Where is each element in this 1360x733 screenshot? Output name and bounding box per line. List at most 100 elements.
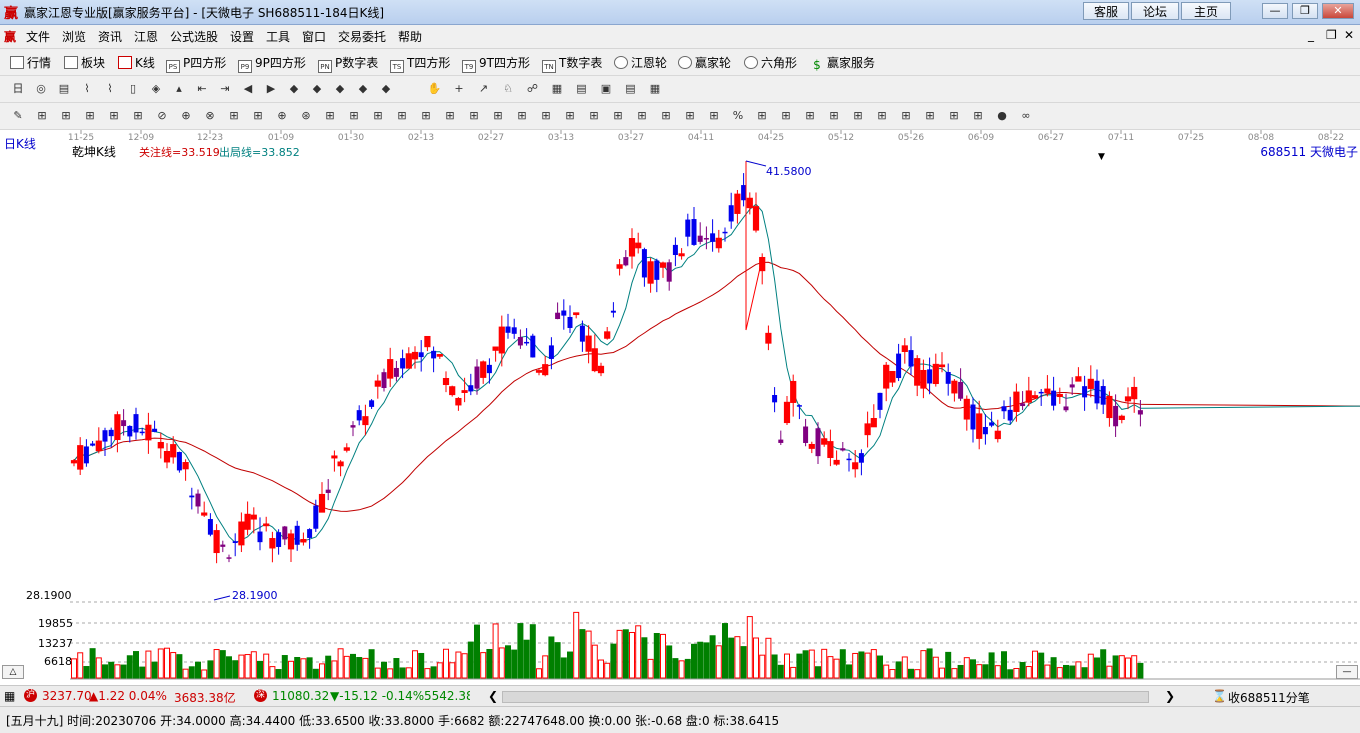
mdi-restore-icon[interactable]: ❐ [1326,28,1337,42]
analysis-tool-icon-19[interactable]: ⊞ [442,108,458,124]
kline-button[interactable]: K线 [118,54,155,71]
tool-icon-21[interactable]: ♘ [500,81,516,97]
tool-icon-13[interactable]: ◆ [286,81,302,97]
menu-formula[interactable]: 公式选股 [170,28,218,45]
menu-help[interactable]: 帮助 [398,28,422,45]
analysis-tool-icon-32[interactable]: ⊞ [754,108,770,124]
kline-chart[interactable]: 11-25 12-09 12-23 01-09 01-30 02-13 02-27 03-13… [0,130,1360,680]
menu-window[interactable]: 窗口 [302,28,326,45]
forum-link[interactable]: 论坛 [1131,2,1179,20]
analysis-tool-icon-29[interactable]: ⊞ [682,108,698,124]
tool-icon-9[interactable]: ⇤ [194,81,210,97]
analysis-tool-icon-11[interactable]: ⊞ [250,108,266,124]
tool-icon-10[interactable]: ⇥ [217,81,233,97]
tool-icon-11[interactable]: ◀ [240,81,256,97]
analysis-tool-icon-6[interactable]: ⊞ [130,108,146,124]
close-button[interactable]: ✕ [1322,3,1354,19]
tool-icon-15[interactable]: ◆ [332,81,348,97]
menu-settings[interactable]: 设置 [230,28,254,45]
analysis-tool-icon-4[interactable]: ⊞ [82,108,98,124]
tool-icon-19[interactable]: + [451,81,467,97]
analysis-tool-icon-34[interactable]: ⊞ [802,108,818,124]
quotes-button[interactable]: 行情 [10,54,51,71]
tool-icon-7[interactable]: ◈ [148,81,164,97]
ticker-scroll-left-icon[interactable]: ❮ [488,689,498,703]
scroll-left-icon[interactable]: △ [2,665,24,679]
chart-canvas[interactable]: 11-25 12-09 12-23 01-09 01-30 02-13 02-27 03-13… [0,130,1360,680]
analysis-tool-icon-5[interactable]: ⊞ [106,108,122,124]
p-square-button[interactable]: PS P四方形 [166,54,226,73]
9t-square-button[interactable]: T9 9T四方形 [462,54,530,73]
minimize-button[interactable]: — [1262,3,1288,19]
tool-icon-14[interactable]: ◆ [309,81,325,97]
tool-icon-25[interactable]: ▣ [598,81,614,97]
analysis-tool-icon-36[interactable]: ⊞ [850,108,866,124]
menu-gann[interactable]: 江恩 [134,28,158,45]
t-square-button[interactable]: TS T四方形 [390,54,450,73]
analysis-tool-icon-24[interactable]: ⊞ [562,108,578,124]
winner-service-button[interactable]: $ 赢家服务 [810,54,875,72]
tool-icon-17[interactable]: ◆ [378,81,394,97]
analysis-tool-icon-41[interactable]: ⊞ [970,108,986,124]
scroll-right-icon[interactable]: — [1336,665,1358,679]
menu-tools[interactable]: 工具 [266,28,290,45]
menu-trade[interactable]: 交易委托 [338,28,386,45]
ticker-scrollbar[interactable] [502,691,1149,703]
ticks-label[interactable]: 收688511分笔 [1228,689,1310,706]
analysis-tool-icon-10[interactable]: ⊞ [226,108,242,124]
tool-icon-22[interactable]: ☍ [525,81,541,97]
analysis-tool-icon-14[interactable]: ⊞ [322,108,338,124]
p-number-table-button[interactable]: PN P数字表 [318,54,378,73]
analysis-tool-icon-12[interactable]: ⊕ [274,108,290,124]
analysis-tool-icon-39[interactable]: ⊞ [922,108,938,124]
analysis-tool-icon-13[interactable]: ⊛ [298,108,314,124]
analysis-tool-icon-37[interactable]: ⊞ [874,108,890,124]
analysis-tool-icon-8[interactable]: ⊕ [178,108,194,124]
analysis-tool-icon-22[interactable]: ⊞ [514,108,530,124]
tool-icon-12[interactable]: ▶ [263,81,279,97]
analysis-tool-icon-2[interactable]: ⊞ [34,108,50,124]
winner-wheel-button[interactable]: 赢家轮 [678,54,731,71]
analysis-tool-icon-40[interactable]: ⊞ [946,108,962,124]
analysis-tool-icon-16[interactable]: ⊞ [370,108,386,124]
analysis-tool-icon-9[interactable]: ⊗ [202,108,218,124]
tool-icon-16[interactable]: ◆ [355,81,371,97]
analysis-tool-icon-35[interactable]: ⊞ [826,108,842,124]
analysis-tool-icon-1[interactable]: ✎ [10,108,26,124]
tool-icon-8[interactable]: ▴ [171,81,187,97]
analysis-tool-icon-15[interactable]: ⊞ [346,108,362,124]
service-link[interactable]: 客服 [1083,2,1129,20]
ticker-scroll-right-icon[interactable]: ❯ [1165,689,1175,703]
grid-icon[interactable]: ▦ [4,689,15,703]
analysis-tool-icon-17[interactable]: ⊞ [394,108,410,124]
menu-file[interactable]: 文件 [26,28,50,45]
gann-wheel-button[interactable]: 江恩轮 [614,54,667,71]
tool-icon-18[interactable]: ✋ [427,81,443,97]
tool-icon-5[interactable]: ⌇ [102,81,118,97]
home-link[interactable]: 主页 [1181,2,1231,20]
tool-icon-20[interactable]: ↗ [476,81,492,97]
tool-icon-1[interactable]: 日 [10,81,26,97]
hexagon-button[interactable]: 六角形 [744,54,797,71]
maximize-button[interactable]: ❐ [1292,3,1318,19]
menu-info[interactable]: 资讯 [98,28,122,45]
9p-square-button[interactable]: P9 9P四方形 [238,54,306,73]
analysis-tool-icon-25[interactable]: ⊞ [586,108,602,124]
analysis-tool-icon-7[interactable]: ⊘ [154,108,170,124]
t-number-table-button[interactable]: TN T数字表 [542,54,602,73]
analysis-tool-icon-26[interactable]: ⊞ [610,108,626,124]
tool-icon-3[interactable]: ▤ [56,81,72,97]
analysis-tool-icon-38[interactable]: ⊞ [898,108,914,124]
app-menu-icon[interactable]: 赢 [4,28,16,45]
period-label[interactable]: 日K线 [4,135,36,152]
analysis-tool-icon-23[interactable]: ⊞ [538,108,554,124]
analysis-tool-icon-21[interactable]: ⊞ [490,108,506,124]
menu-browse[interactable]: 浏览 [62,28,86,45]
tool-icon-4[interactable]: ⌇ [79,81,95,97]
tool-icon-24[interactable]: ▤ [574,81,590,97]
tool-icon-2[interactable]: ◎ [33,81,49,97]
analysis-tool-icon-28[interactable]: ⊞ [658,108,674,124]
tool-icon-27[interactable]: ▦ [647,81,663,97]
analysis-tool-icon-42[interactable]: ● [994,108,1010,124]
analysis-tool-icon-3[interactable]: ⊞ [58,108,74,124]
